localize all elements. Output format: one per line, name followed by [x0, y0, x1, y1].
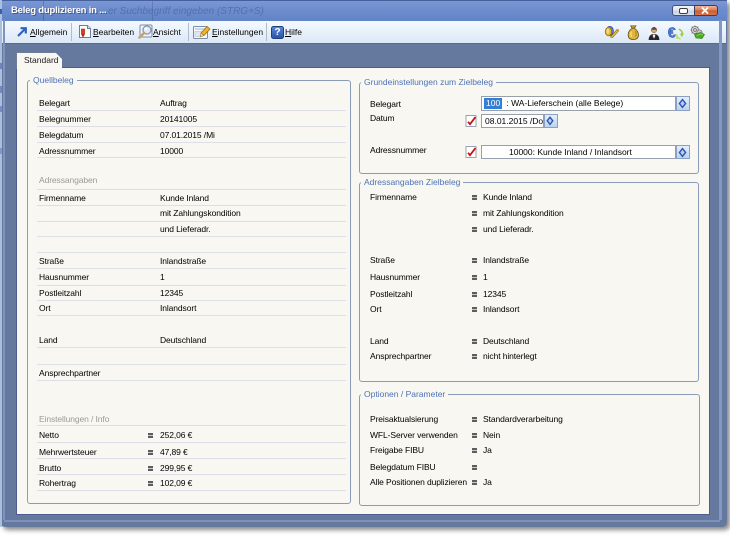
- svg-text:€: €: [668, 25, 677, 40]
